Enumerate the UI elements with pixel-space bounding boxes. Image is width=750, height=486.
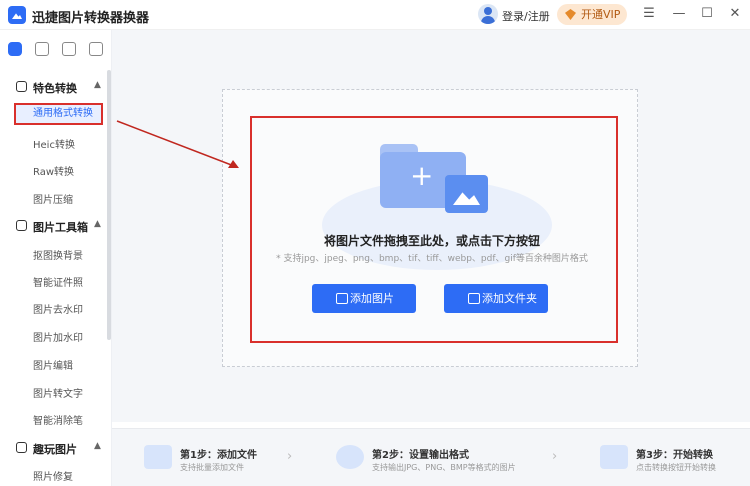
annotation-arrow xyxy=(116,120,239,168)
